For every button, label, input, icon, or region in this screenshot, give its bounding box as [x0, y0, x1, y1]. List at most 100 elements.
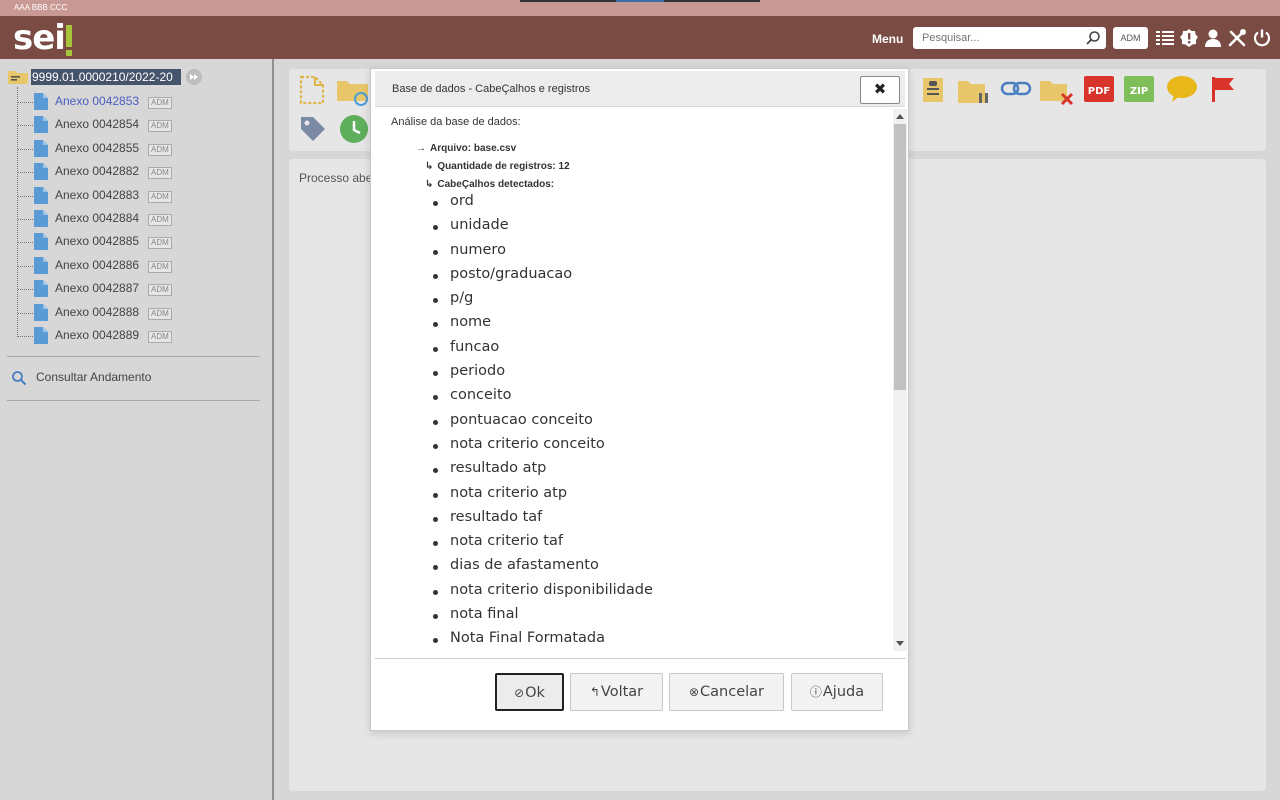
scroll-up-icon[interactable] [896, 114, 904, 119]
svg-text:ZIP: ZIP [1130, 86, 1148, 97]
folder-icon [8, 71, 28, 84]
expand-forward-icon[interactable] [186, 69, 202, 85]
header-list-item: periodo [431, 363, 653, 387]
dialog-scrollbar[interactable] [893, 109, 907, 651]
tree-connector [18, 125, 33, 127]
header-list-item: nome [431, 314, 653, 338]
top-tab-indicator [664, 0, 760, 2]
file-line: → Arquivo: base.csv [416, 143, 516, 154]
search-box [913, 27, 1106, 49]
header-list-item: resultado taf [431, 509, 653, 533]
tools-icon[interactable] [1227, 28, 1247, 48]
file-name-text: Arquivo: base.csv [430, 143, 517, 154]
document-icon [34, 280, 48, 298]
document-link[interactable]: Anexo 0042854 [55, 117, 139, 131]
back-button[interactable]: ↰Voltar [570, 673, 663, 711]
header-list-item: pontuacao conceito [431, 412, 653, 436]
scroll-down-icon[interactable] [896, 641, 904, 646]
menu-button[interactable]: Menu [872, 32, 903, 46]
search-input[interactable] [913, 27, 1078, 49]
database-analysis-dialog: Base de dados - CabeÇalhos e registros ✖… [370, 68, 909, 731]
header-list-item: nota final [431, 606, 653, 630]
tree-connector [18, 102, 33, 103]
scroll-thumb[interactable] [894, 124, 906, 390]
link-icon[interactable] [1000, 79, 1032, 99]
unit-badge: ADM [148, 120, 172, 133]
power-icon[interactable] [1252, 28, 1272, 48]
arrow-right-icon: → [416, 143, 426, 154]
dialog-footer-divider [375, 658, 906, 659]
tree-connector [18, 195, 33, 197]
tree-connector [18, 219, 33, 220]
document-link[interactable]: Anexo 0042885 [55, 234, 139, 248]
sei-logo[interactable]: sei [13, 18, 72, 58]
consult-progress-label: Consultar Andamento [36, 370, 152, 384]
dialog-body[interactable]: Análise da base de dados: → Arquivo: base… [375, 109, 907, 652]
arrow-turn-icon: ↳ [425, 161, 434, 172]
top-tab-indicator [520, 0, 616, 2]
document-link[interactable]: Anexo 0042853 [55, 94, 139, 108]
header-list-item: dias de afastamento [431, 557, 653, 581]
cancel-button[interactable]: ⊗Cancelar [669, 673, 784, 711]
header-list-item: posto/graduacao [431, 266, 653, 290]
app-header: sei Menu ADM [0, 16, 1280, 59]
process-number[interactable]: 9999.01.0000210/2022-20 [31, 69, 181, 85]
search-icon[interactable] [1085, 30, 1101, 46]
magnifier-icon [12, 371, 27, 386]
header-list-item: nota criterio atp [431, 485, 653, 509]
unit-badge: ADM [148, 260, 172, 273]
tree-connector [18, 172, 33, 174]
pdf-icon[interactable]: PDF [1084, 76, 1114, 102]
comment-icon[interactable] [1166, 75, 1198, 103]
alert-badge-icon[interactable] [1179, 28, 1199, 48]
list-view-icon[interactable] [1155, 28, 1175, 48]
folder-remove-icon[interactable] [1039, 77, 1075, 107]
document-note-icon[interactable] [921, 76, 945, 104]
top-tab-indicator-active [616, 0, 664, 2]
document-link[interactable]: Anexo 0042889 [55, 328, 139, 342]
help-button[interactable]: ⓘAjuda [791, 673, 883, 711]
tag-icon[interactable] [299, 115, 327, 143]
unit-badge: ADM [148, 214, 172, 226]
document-link[interactable]: Anexo 0042884 [55, 211, 139, 225]
document-icon [34, 93, 48, 110]
close-button[interactable]: ✖ [860, 76, 900, 104]
svg-text:PDF: PDF [1088, 86, 1110, 97]
document-link[interactable]: Anexo 0042855 [55, 141, 139, 155]
zip-icon[interactable]: ZIP [1124, 76, 1154, 102]
clock-icon[interactable] [339, 114, 369, 144]
detected-headers-list: ord unidade numero posto/graduacao p/g nome fu… [431, 193, 653, 652]
document-link[interactable]: Anexo 0042888 [55, 305, 139, 319]
document-link[interactable]: Anexo 0042883 [55, 188, 139, 202]
tree-connector [18, 312, 33, 314]
header-list-item: resultado atp [431, 460, 653, 484]
tree-connector [18, 336, 33, 337]
ok-label: Ok [525, 685, 545, 701]
unit-badge: ADM [148, 143, 172, 156]
folder-pause-icon[interactable] [957, 77, 991, 107]
flag-icon[interactable] [1209, 75, 1237, 103]
header-list-item: unidade [431, 217, 653, 241]
document-link[interactable]: Anexo 0042882 [55, 164, 139, 178]
folder-sync-icon[interactable] [336, 77, 370, 107]
new-document-icon[interactable] [299, 75, 325, 105]
divider [7, 356, 260, 357]
help-label: Ajuda [822, 684, 865, 700]
ok-button[interactable]: ⊘Ok [495, 673, 564, 711]
tree-connector [18, 289, 33, 291]
document-link[interactable]: Anexo 0042886 [55, 258, 139, 272]
dialog-header: Base de dados - CabeÇalhos e registros ✖ [375, 71, 905, 107]
document-icon [34, 327, 48, 344]
document-link[interactable]: Anexo 0042887 [55, 281, 139, 295]
tree-connector [18, 148, 33, 150]
cancel-circle-icon: ⊗ [688, 685, 700, 699]
process-status-text: Processo abe [299, 171, 373, 185]
unit-badge: ADM [148, 331, 172, 343]
document-icon [34, 303, 48, 321]
user-unit-badge[interactable]: ADM [1113, 27, 1148, 49]
user-icon[interactable] [1203, 28, 1223, 48]
records-count-text: Quantidade de registros: 12 [437, 161, 570, 172]
unit-badge: ADM [148, 307, 172, 320]
organization-name: AAA BBB CCC [14, 3, 68, 12]
unit-badge: ADM [148, 97, 172, 109]
